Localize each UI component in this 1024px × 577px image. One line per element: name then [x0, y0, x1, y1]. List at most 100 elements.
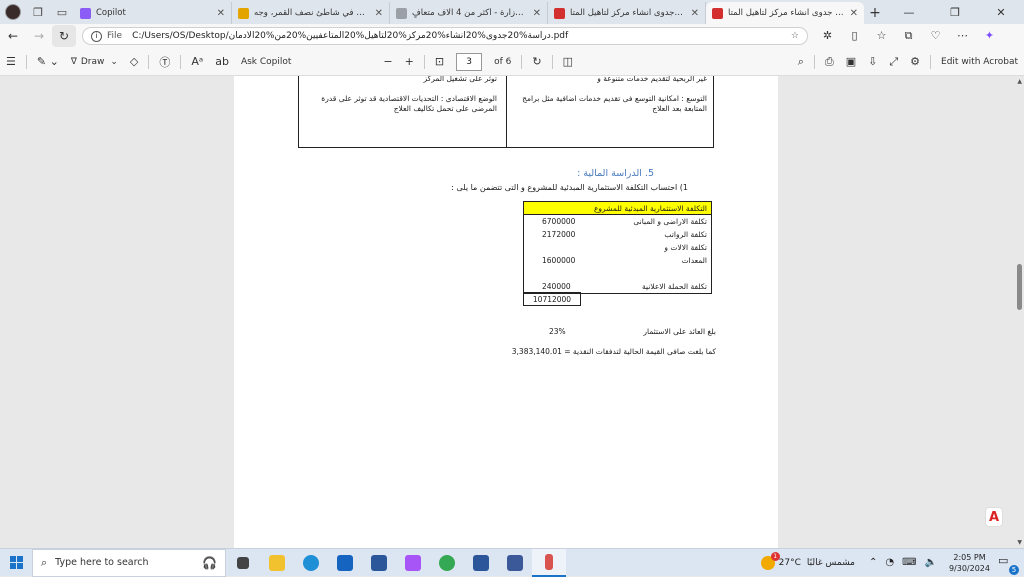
translate-icon[interactable]: ab	[209, 52, 235, 72]
scroll-up-icon[interactable]: ▲	[1017, 78, 1022, 85]
pdf-page: توثر على تشغيل المركز الوضع الاقتصادى : …	[234, 76, 778, 548]
ask-copilot-button[interactable]: Ask Copilot	[235, 52, 297, 72]
keyboard-icon[interactable]: ⌨	[902, 557, 916, 568]
edge-icon[interactable]	[294, 549, 328, 577]
calculator-icon[interactable]	[498, 549, 532, 577]
scroll-down-icon[interactable]: ▼	[1017, 539, 1022, 546]
browser-essentials-icon[interactable]: ♡	[922, 29, 949, 43]
pdf-icon	[712, 7, 723, 19]
page-number-input[interactable]: 3	[456, 52, 483, 71]
tab-pdf-1[interactable]: دراسة جدوى انشاء مركز لتاهيل المتا ✕	[548, 2, 706, 24]
contents-icon[interactable]: ☰	[0, 52, 22, 72]
forward-button[interactable]: →	[26, 25, 52, 47]
save-icon[interactable]: ▣	[840, 52, 862, 72]
search-highlight-icon: 🎧	[202, 555, 217, 570]
copilot-icon	[80, 7, 91, 19]
chrome-icon[interactable]	[430, 549, 464, 577]
sun-icon: 1	[760, 551, 780, 570]
edit-with-acrobat-button[interactable]: Edit with Acrobat	[935, 52, 1024, 72]
word-icon[interactable]	[464, 549, 498, 577]
table-row	[524, 267, 711, 280]
close-tab-icon[interactable]: ✕	[375, 8, 383, 19]
table-row: 1600000 المعدات	[542, 256, 707, 265]
highlight-icon[interactable]: ✎ ⌄	[31, 52, 65, 72]
search-icon[interactable]: ⌕	[792, 52, 810, 72]
list-item: 1) احتساب التكلفة الاستثمارية المبدئية ل…	[451, 183, 688, 192]
copilot-app-icon[interactable]	[396, 549, 430, 577]
info-icon[interactable]: i	[91, 30, 102, 42]
print-icon[interactable]: ⎙	[819, 52, 840, 72]
chevron-up-icon[interactable]: ⌃	[869, 557, 877, 568]
tab-tourism[interactable]: السياحة في شاطئ نصف القمر، وجه ✕	[232, 2, 390, 24]
read-aloud-icon[interactable]: Aᵃ	[185, 52, 209, 72]
workspaces-icon[interactable]: ❐	[26, 0, 50, 24]
vertical-scrollbar[interactable]: ▲ ▼	[1016, 76, 1022, 548]
address-bar[interactable]: i File C:/Users/OS/Desktop/دراسة%20جدوى%…	[82, 27, 808, 45]
site-favicon-icon	[396, 7, 407, 19]
extensions-icon[interactable]: ✲	[814, 29, 841, 43]
clock[interactable]: 2:05 PM 9/30/2024	[949, 552, 990, 574]
fit-page-icon[interactable]: ⊡	[429, 52, 450, 72]
tab-copilot[interactable]: Copilot ✕	[74, 2, 232, 24]
taskbar: ⌕ Type here to search 🎧 1 27°C مشمس غالب…	[0, 548, 1024, 577]
windows-logo-icon	[9, 556, 23, 569]
split-screen-icon[interactable]: ▯	[841, 29, 868, 43]
favorites-icon[interactable]: ☆	[868, 29, 895, 43]
acrobat-icon[interactable]: A	[985, 507, 1003, 527]
address-bar-row: ← → ↻ i File C:/Users/OS/Desktop/دراسة%2…	[0, 24, 1024, 48]
erase-icon[interactable]: ◇	[124, 52, 144, 72]
start-button[interactable]	[0, 549, 32, 577]
draw-button[interactable]: ∇ Draw ⌄	[65, 52, 124, 72]
draw-icon: ∇	[70, 56, 77, 67]
fullscreen-icon[interactable]: ⤢	[883, 52, 904, 72]
roi-value: 23%	[549, 327, 566, 336]
browser-window: ❐ ▭ Copilot ✕ السياحة في شاطئ نصف القمر،…	[0, 0, 1024, 577]
taskbar-search[interactable]: ⌕ Type here to search 🎧	[32, 548, 226, 577]
active-app-icon[interactable]	[532, 548, 566, 577]
maximize-button[interactable]: ❐	[932, 0, 978, 24]
tab-strip: ❐ ▭ Copilot ✕ السياحة في شاطئ نصف القمر،…	[0, 0, 1024, 24]
table-row: 6700000 تكلفة الاراضى و المبانى	[542, 217, 707, 226]
profile-avatar[interactable]	[0, 0, 26, 24]
zoom-in-button[interactable]: +	[399, 52, 420, 72]
tab-ministry-news[interactable]: أخبار الوزارة - أكثر من 4 آلاف متعافٍ ✕	[390, 2, 548, 24]
pdf-toolbar: ☰ ✎ ⌄ ∇ Draw ⌄ ◇ Ⓣ Aᵃ ab Ask Copilot − + ⊡…	[0, 48, 1024, 76]
site-favicon-icon	[238, 7, 249, 19]
collections-icon[interactable]: ⧉	[895, 29, 922, 43]
close-tab-icon[interactable]: ✕	[850, 8, 858, 19]
scroll-thumb[interactable]	[1017, 264, 1022, 310]
save-as-icon[interactable]: ⇩	[862, 52, 883, 72]
more-menu-icon[interactable]: ⋯	[949, 29, 976, 43]
notifications-icon[interactable]: ▭ 5	[998, 554, 1019, 575]
close-window-button[interactable]: ✕	[978, 0, 1024, 24]
store-icon[interactable]	[362, 549, 396, 577]
task-view-icon[interactable]	[226, 549, 260, 577]
favorite-star-icon[interactable]: ☆	[791, 31, 799, 41]
section-heading: 5. الدراسة المالية :	[577, 168, 654, 179]
mail-icon[interactable]	[328, 549, 362, 577]
roi-label: بلغ العائد على الاستثمار	[643, 327, 716, 336]
tab-pdf-active[interactable]: دراسة جدوى انشاء مركز لتاهيل المتا ✕	[706, 2, 864, 24]
close-tab-icon[interactable]: ✕	[691, 8, 699, 19]
back-button[interactable]: ←	[0, 25, 26, 47]
rotate-icon[interactable]: ↻	[526, 52, 547, 72]
page-view-icon[interactable]: ◫	[557, 52, 579, 72]
url-text[interactable]: C:/Users/OS/Desktop/دراسة%20جدوى%20انشاء…	[132, 31, 791, 41]
volume-icon[interactable]: 🔈	[925, 557, 937, 568]
minimize-button[interactable]: —	[886, 0, 932, 24]
refresh-button[interactable]: ↻	[52, 25, 76, 47]
network-icon[interactable]: ◔	[885, 557, 894, 568]
file-explorer-icon[interactable]	[260, 549, 294, 577]
zoom-out-button[interactable]: −	[377, 52, 398, 72]
close-tab-icon[interactable]: ✕	[217, 8, 225, 19]
weather-widget[interactable]: 1 27°C مشمس غالبًا	[760, 551, 855, 570]
settings-gear-icon[interactable]: ⚙	[904, 52, 926, 72]
new-tab-button[interactable]: +	[864, 2, 886, 24]
cost-total: 10712000	[523, 292, 581, 306]
npv-text: كما بلغت صافى القيمة الحالية لتدفقات الن…	[511, 347, 716, 356]
page-total: of 6	[494, 56, 512, 67]
close-tab-icon[interactable]: ✕	[533, 8, 541, 19]
add-text-icon[interactable]: Ⓣ	[153, 52, 176, 72]
copilot-sidebar-icon[interactable]: ✦	[976, 29, 1003, 43]
vertical-tabs-icon[interactable]: ▭	[50, 0, 74, 24]
